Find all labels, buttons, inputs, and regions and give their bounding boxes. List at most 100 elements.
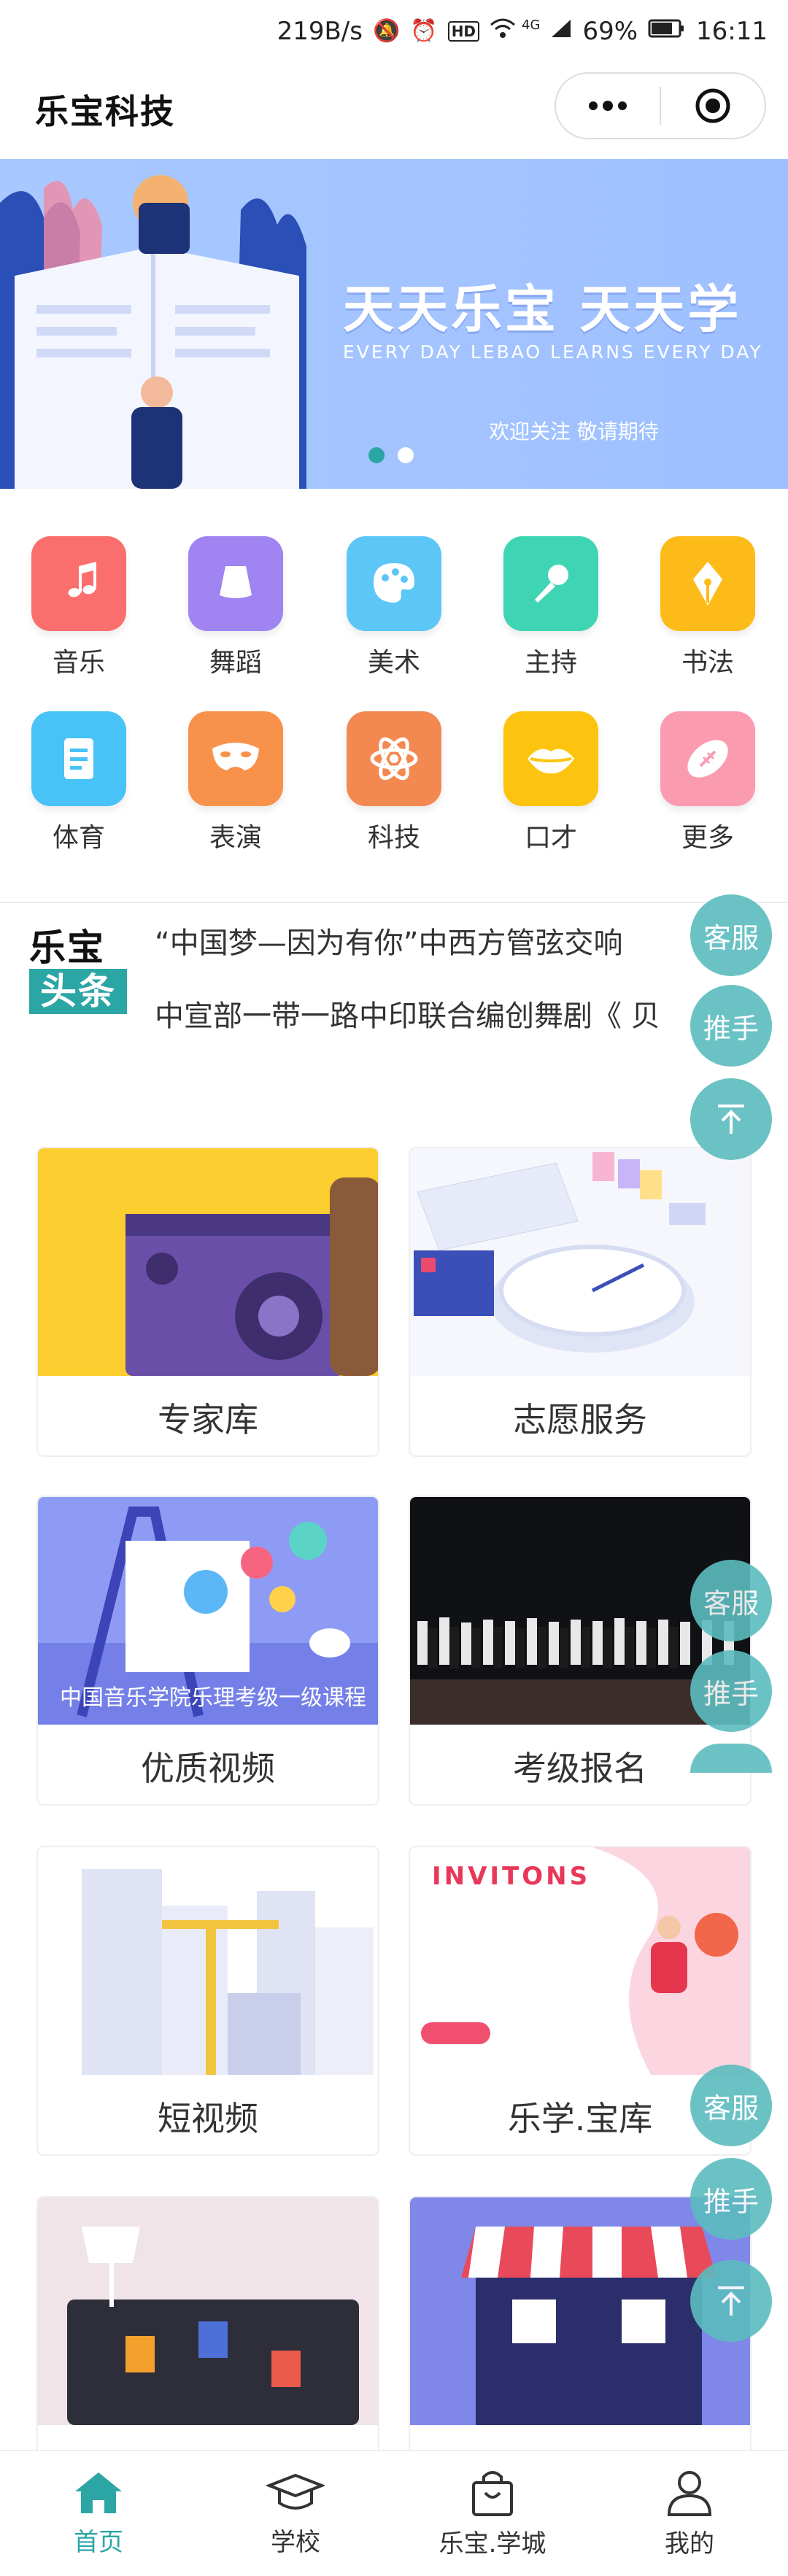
carousel-dot[interactable] xyxy=(398,447,414,463)
category-label: 口才 xyxy=(524,823,577,853)
battery-percent: 69% xyxy=(582,16,638,46)
category-lips[interactable]: 口才 xyxy=(492,711,609,854)
back-to-top-button[interactable] xyxy=(690,1078,772,1160)
more-dots-icon xyxy=(589,101,627,111)
card-expert-library[interactable]: 专家库 xyxy=(36,1147,379,1457)
app: { "status_bar": {"speed": "219B/s", "bat… xyxy=(0,0,788,2576)
category-clipboard[interactable]: 体育 xyxy=(20,711,137,854)
more-button[interactable] xyxy=(556,74,660,138)
card-label-short-video: 短视频 xyxy=(158,2098,258,2138)
close-program-button[interactable] xyxy=(661,74,765,138)
palette-icon xyxy=(347,536,441,631)
card-quality-video[interactable]: 中国音乐学院乐理考级一级课程 优质视频 xyxy=(36,1496,379,1806)
banner-slogan-en: EVERY DAY LEBAO LEARNS EVERY DAY xyxy=(343,341,763,363)
rugby-ball-icon xyxy=(660,711,755,806)
category-pen-nib[interactable]: 书法 xyxy=(649,536,766,679)
customer-service-button[interactable]: 客服 xyxy=(690,1560,772,1641)
news-ticker: 乐宝 头条 “中国梦—因为有你”中西方管弦交响 中宣部一带一路中印联合编创舞剧《… xyxy=(0,905,788,1058)
category-music-note[interactable]: 音乐 xyxy=(20,536,137,679)
banner-subtitle: 欢迎关注 敬请期待 xyxy=(489,419,659,444)
quality-video-caption: 中国音乐学院乐理考级一级课程 xyxy=(60,1685,366,1711)
news-logo: 乐宝 头条 xyxy=(29,927,127,1029)
card-label-expert: 专家库 xyxy=(158,1399,258,1439)
battery-icon xyxy=(648,18,686,45)
skirt-icon xyxy=(188,536,283,631)
atom-icon xyxy=(347,711,441,806)
tab-mine[interactable]: 我的 xyxy=(591,2451,788,2576)
category-label: 书法 xyxy=(681,648,734,678)
arrow-up-icon xyxy=(718,2286,744,2316)
microphone-icon xyxy=(503,536,598,631)
card-image-expert xyxy=(38,1148,378,1376)
treasury-caption: INVITONS xyxy=(432,1862,591,1891)
alarm-icon: ⏰ xyxy=(410,18,438,44)
recommend-button[interactable]: 推手 xyxy=(690,985,772,1067)
tab-mall[interactable]: 乐宝.学城 xyxy=(394,2451,591,2576)
card-image-volunteer xyxy=(410,1148,750,1376)
music-note-icon xyxy=(31,536,126,631)
status-bar: 219B/s 🔕 ⏰ HD 4G 69% 16:11 xyxy=(0,0,788,62)
card-volunteer-service[interactable]: 志愿服务 xyxy=(409,1147,752,1457)
category-label: 科技 xyxy=(367,823,420,853)
banner-illustration xyxy=(0,175,306,489)
signal-icon xyxy=(550,18,572,45)
bottom-tab-bar: 首页 学校 乐宝.学城 我的 xyxy=(0,2450,788,2576)
clock: 16:11 xyxy=(696,16,768,46)
customer-service-button[interactable]: 客服 xyxy=(690,2065,772,2146)
recommend-button[interactable]: 推手 xyxy=(690,2158,772,2240)
card-image-early xyxy=(38,2197,378,2425)
category-label: 舞蹈 xyxy=(209,648,262,678)
news-headline-2[interactable]: 中宣部一带一路中印联合编创舞剧《 贝 xyxy=(155,992,716,1034)
category-label: 更多 xyxy=(681,823,734,853)
clipboard-icon xyxy=(31,711,126,806)
title-bar: 乐宝科技 xyxy=(0,62,788,157)
network-speed: 219B/s xyxy=(277,16,363,46)
back-to-top-button[interactable] xyxy=(690,1744,772,1773)
category-rugby-ball[interactable]: 更多 xyxy=(649,711,766,854)
category-label: 主持 xyxy=(524,648,577,678)
back-to-top-button[interactable] xyxy=(690,2260,772,2342)
lips-icon xyxy=(503,711,598,806)
category-label: 美术 xyxy=(367,648,420,678)
card-image-short-video xyxy=(38,1847,378,2075)
user-icon xyxy=(667,2471,712,2516)
category-label: 表演 xyxy=(209,823,262,853)
card-label-volunteer: 志愿服务 xyxy=(513,1399,647,1439)
category-mask[interactable]: 表演 xyxy=(177,711,294,854)
card-image-quality-video: 中国音乐学院乐理考级一级课程 xyxy=(38,1497,378,1725)
carousel-dot-active[interactable] xyxy=(368,447,385,463)
news-headline-1[interactable]: “中国梦—因为有你”中西方管弦交响 xyxy=(155,919,716,962)
shopping-bag-icon xyxy=(472,2471,513,2516)
card-short-video[interactable]: 短视频 xyxy=(36,1846,379,2156)
tab-label-mine: 我的 xyxy=(665,2529,714,2558)
banner-carousel[interactable]: 天天乐宝 天天学 EVERY DAY LEBAO LEARNS EVERY DA… xyxy=(0,159,788,489)
target-icon xyxy=(695,88,730,123)
mini-program-capsule xyxy=(555,72,766,139)
tab-label-home: 首页 xyxy=(74,2528,123,2557)
mute-icon: 🔕 xyxy=(372,18,401,44)
category-label: 体育 xyxy=(52,823,105,853)
category-palette[interactable]: 美术 xyxy=(336,536,452,679)
category-skirt[interactable]: 舞蹈 xyxy=(177,536,294,679)
news-logo-bottom: 头条 xyxy=(29,969,127,1014)
banner-slogan: 天天乐宝 天天学 xyxy=(343,279,742,339)
card-label-quality-video: 优质视频 xyxy=(141,1748,275,1788)
tab-home[interactable]: 首页 xyxy=(0,2451,197,2576)
pen-nib-icon xyxy=(660,536,755,631)
card-image-treasury: INVITONS xyxy=(410,1847,750,2075)
category-microphone[interactable]: 主持 xyxy=(492,536,609,679)
category-label: 音乐 xyxy=(52,648,105,678)
arrow-up-icon xyxy=(718,1105,744,1134)
carousel-indicator xyxy=(368,447,414,463)
category-atom[interactable]: 科技 xyxy=(336,711,452,854)
home-icon xyxy=(75,2472,122,2513)
mask-icon xyxy=(188,711,283,806)
news-logo-top: 乐宝 xyxy=(29,927,105,969)
section-divider xyxy=(0,902,788,903)
card-early-learning[interactable]: 早学 xyxy=(36,2196,379,2459)
customer-service-button[interactable]: 客服 xyxy=(690,894,772,976)
recommend-button[interactable]: 推手 xyxy=(690,1650,772,1732)
hd-icon: HD xyxy=(447,20,480,42)
tab-school[interactable]: 学校 xyxy=(197,2451,394,2576)
wifi-icon xyxy=(490,18,516,45)
